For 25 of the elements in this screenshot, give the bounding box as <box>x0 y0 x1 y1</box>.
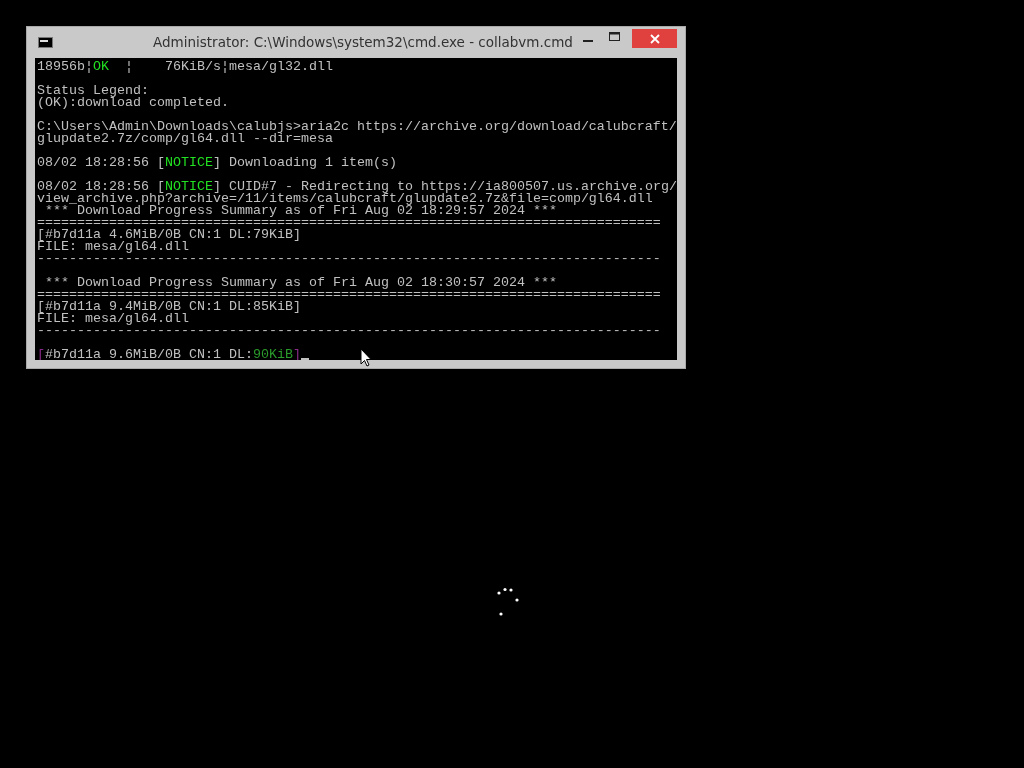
console-line: [#b7d11a 9.4MiB/0B CN:1 DL:85KiB] <box>37 301 301 313</box>
console-line: 18956b¦OK ¦ 76KiB/s¦mesa/gl32.dll <box>37 61 333 73</box>
console-line: ------------------------------------------------------------------------------ <box>37 325 661 337</box>
console-line: Status Legend: <box>37 85 149 97</box>
console-line: 08/02 18:28:56 [NOTICE] CUID#7 - Redirecting to https://ia800507.us.archive.org/ <box>37 181 677 193</box>
console-line: C:\Users\Admin\Downloads\calubjs>aria2c https://archive.org/download/calubcraft/ <box>37 121 677 133</box>
loading-spinner-icon <box>496 587 520 617</box>
console-line: [#b7d11a 4.6MiB/0B CN:1 DL:79KiB] <box>37 229 301 241</box>
console-line: (OK):download completed. <box>37 97 229 109</box>
console-line: 08/02 18:28:56 [NOTICE] Downloading 1 item(s) <box>37 157 397 169</box>
console-line: [#b7d11a 9.6MiB/0B CN:1 DL:90KiB] <box>37 349 301 360</box>
console-line: ============================================================================== <box>37 217 661 229</box>
console-line: FILE: mesa/gl64.dll <box>37 241 189 253</box>
close-icon <box>649 33 660 44</box>
console-line: FILE: mesa/gl64.dll <box>37 313 189 325</box>
minimize-icon <box>582 39 593 42</box>
console-line: *** Download Progress Summary as of Fri Aug 02 18:30:57 2024 *** <box>44 277 557 289</box>
console-line: glupdate2.7z/comp/gl64.dll --dir=mesa <box>37 133 333 145</box>
maximize-icon <box>609 32 620 41</box>
console-icon <box>38 37 53 48</box>
console-line: view_archive.php?archive=/11/items/calubcraft/glupdate2.7z&file=comp/gl64.dll <box>37 193 653 205</box>
console-line: *** Download Progress Summary as of Fri Aug 02 18:29:57 2024 *** <box>45 205 557 217</box>
console-line: ------------------------------------------------------------------------------ <box>37 253 661 265</box>
console-line: ============================================================================== <box>37 289 661 301</box>
window-title: Administrator: C:\Windows\system32\cmd.exe - collabvm.cmd <box>153 34 573 50</box>
